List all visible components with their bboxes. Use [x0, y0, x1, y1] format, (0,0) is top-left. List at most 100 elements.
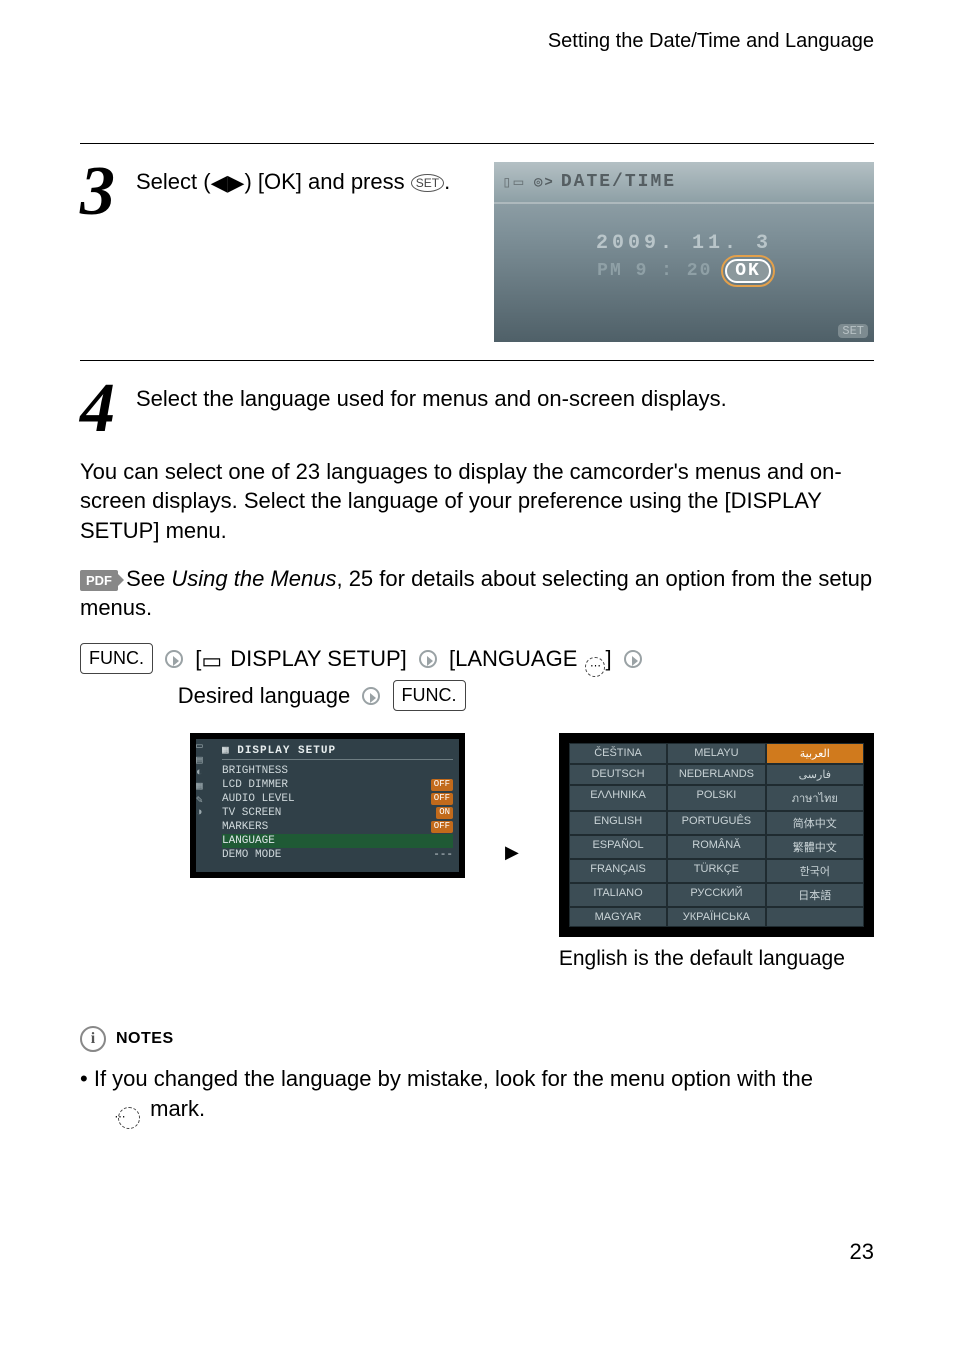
lcd2-row: TV SCREEN ON [222, 806, 453, 820]
note1-pre: If you changed the language by mistake, … [94, 1066, 813, 1091]
lcd2-row: LANGUAGE [222, 834, 453, 848]
step-4: 4 Select the language used for menus and… [80, 379, 874, 439]
lcd2-row-label: LCD DIMMER [222, 779, 288, 791]
lcd2-row-label: AUDIO LEVEL [222, 793, 295, 805]
lcd2-row-label: DEMO MODE [222, 849, 281, 861]
language-menu-label: [LANGUAGE [449, 646, 583, 671]
lcd2-row-label: MARKERS [222, 821, 268, 833]
step3-text-mid: ) [OK] and press [244, 169, 410, 194]
language-option: ENGLISH [569, 811, 667, 835]
path-separator-icon [419, 650, 437, 668]
lcd2-row-value: OFF [431, 793, 453, 805]
step-3-text: Select (◀▶) [OK] and press SET. [136, 162, 476, 197]
divider [80, 143, 874, 144]
language-option: ESPAÑOL [569, 835, 667, 859]
disc-icon: ◎> [534, 174, 555, 191]
language-option: 简体中文 [766, 811, 864, 835]
language-option: РУССКИЙ [667, 883, 765, 907]
path-separator-icon [165, 650, 183, 668]
lcd2-title: DISPLAY SETUP [237, 745, 336, 757]
paragraph-1: You can select one of 23 languages to di… [80, 457, 874, 546]
step-number-3: 3 [80, 162, 118, 222]
lcd-time: PM 9 : 20 [597, 261, 712, 281]
lcd2-row-label: LANGUAGE [222, 835, 275, 847]
language-option [766, 907, 864, 927]
language-option: FRANÇAIS [569, 859, 667, 883]
language-option: УКРАЇНСЬКА [667, 907, 765, 927]
set-corner-label: SET [838, 324, 868, 338]
camera-mode-icon: ▯▭ [502, 172, 525, 192]
note1-post: mark. [144, 1096, 205, 1121]
lcd2-row-label: BRIGHTNESS [222, 765, 288, 777]
lcd2-row: LCD DIMMER OFF [222, 778, 453, 792]
language-option: ČEŠTINA [569, 743, 667, 764]
language-option: MAGYAR [569, 907, 667, 927]
language-option: ROMÂNĂ [667, 835, 765, 859]
step-3: 3 Select (◀▶) [OK] and press SET. ▯▭ ◎> … [80, 162, 874, 342]
language-option: PORTUGUÊS [667, 811, 765, 835]
lcd2-row: DEMO MODE --- [222, 848, 453, 862]
step3-text-pre: Select ( [136, 169, 211, 194]
language-caption: English is the default language [559, 947, 874, 971]
left-right-arrow-icon: ◀▶ [211, 169, 245, 198]
step-number-4: 4 [80, 379, 118, 439]
language-option: NEDERLANDS [667, 764, 765, 785]
lcd-screenshot-display-setup: ▭▤◐▦✎◑ ▦ DISPLAY SETUP BRIGHTNESSLCD DIM… [190, 733, 465, 878]
step-4-text: Select the language used for menus and o… [136, 379, 874, 414]
display-setup-icon: ▭ [201, 643, 222, 678]
language-option: فارسی [766, 764, 864, 785]
set-button-icon: SET [411, 174, 444, 192]
pdf-reference-line: PDF See Using the Menus, 25 for details … [80, 564, 874, 623]
page-number: 23 [80, 1239, 874, 1265]
language-option: 한국어 [766, 859, 864, 883]
lcd2-row: BRIGHTNESS [222, 764, 453, 778]
lcd-screenshot-language-grid: ČEŠTINAMELAYUالعربية DEUTSCHNEDERLANDSفار… [559, 733, 874, 937]
lcd2-row: MARKERS OFF [222, 820, 453, 834]
lcd-date: 2009. 11. 3 [494, 232, 874, 255]
lcd2-row-value: ON [436, 807, 453, 819]
language-option: 繁體中文 [766, 835, 864, 859]
display-setup-title-icon: ▦ [222, 745, 237, 757]
language-option: ภาษาไทย [766, 785, 864, 811]
language-option: 日本語 [766, 883, 864, 907]
language-option: العربية [766, 743, 864, 764]
lcd-screenshot-datetime: ▯▭ ◎> DATE/TIME 2009. 11. 3 PM 9 : 20 OK… [494, 162, 874, 342]
pdf-pre: See [120, 566, 171, 591]
right-arrow-icon: ▶ [505, 842, 519, 863]
func-button: FUNC. [80, 643, 153, 674]
notes-list: If you changed the language by mistake, … [80, 1064, 874, 1129]
divider [80, 360, 874, 361]
lcd2-row-value: OFF [431, 821, 453, 833]
lcd2-row-value: OFF [431, 779, 453, 791]
pdf-link-title: Using the Menus [171, 566, 336, 591]
note-item-1: If you changed the language by mistake, … [80, 1064, 874, 1129]
language-option: DEUTSCH [569, 764, 667, 785]
pdf-badge-icon: PDF [80, 570, 118, 592]
func-button: FUNC. [393, 680, 466, 711]
path-separator-icon [362, 687, 380, 705]
language-option: POLSKI [667, 785, 765, 811]
lcd2-row-label: TV SCREEN [222, 807, 281, 819]
language-option: ITALIANO [569, 883, 667, 907]
info-icon: i [80, 1026, 106, 1052]
step3-text-post: . [444, 169, 450, 194]
display-setup-label: DISPLAY SETUP] [224, 646, 407, 671]
language-globe-icon: ⋯ [585, 657, 605, 677]
ok-highlight: OK [725, 259, 771, 283]
screenshot-row: ▭▤◐▦✎◑ ▦ DISPLAY SETUP BRIGHTNESSLCD DIM… [190, 733, 874, 971]
lcd2-row: AUDIO LEVEL OFF [222, 792, 453, 806]
lcd2-row-value: --- [433, 849, 453, 861]
language-option: MELAYU [667, 743, 765, 764]
language-menu-close: ] [605, 646, 611, 671]
notes-title: NOTES [116, 1030, 174, 1048]
menu-path: FUNC. [▭ DISPLAY SETUP] [LANGUAGE ⋯] Des… [80, 641, 874, 713]
path-separator-icon [624, 650, 642, 668]
desired-language-label: Desired language [178, 683, 350, 708]
notes-heading: i NOTES [80, 1026, 874, 1052]
section-heading: Setting the Date/Time and Language [80, 30, 874, 53]
lcd-breadcrumb: DATE/TIME [561, 172, 676, 192]
language-option: ΕΛΛΗΝΙΚΑ [569, 785, 667, 811]
lcd2-side-icons: ▭▤◐▦✎◑ [196, 739, 203, 819]
language-option: TÜRKÇE [667, 859, 765, 883]
language-mark-icon: ⋯ [118, 1107, 140, 1129]
